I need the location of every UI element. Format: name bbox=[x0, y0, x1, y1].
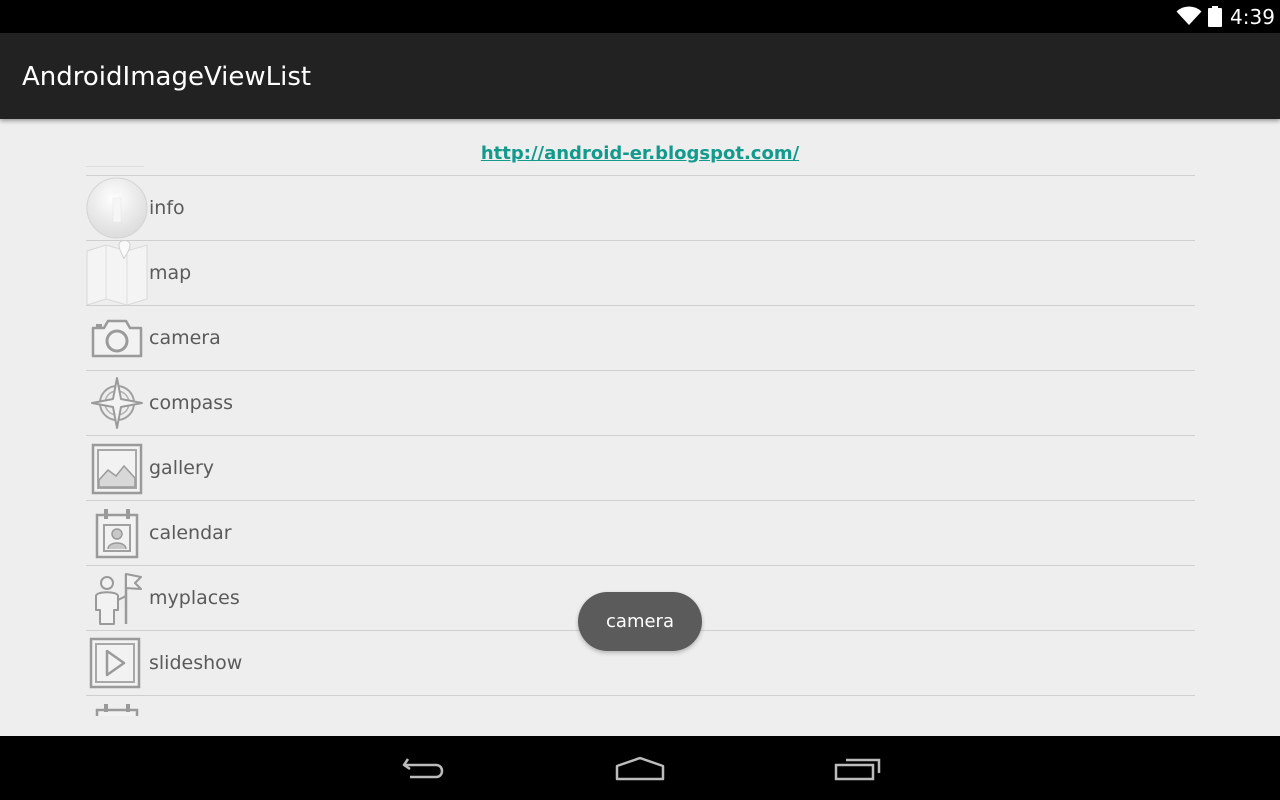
list-item-label: camera bbox=[149, 327, 221, 349]
list-item[interactable]: calendar bbox=[86, 500, 1195, 565]
blog-link[interactable]: http://android-er.blogspot.com/ bbox=[0, 143, 1280, 164]
navigation-bar bbox=[0, 736, 1280, 800]
calendar-icon bbox=[95, 704, 139, 716]
recents-icon[interactable] bbox=[828, 750, 888, 786]
back-icon[interactable] bbox=[396, 750, 456, 786]
toast-message: camera bbox=[578, 592, 702, 651]
slideshow-icon bbox=[89, 637, 141, 689]
list-item[interactable]: map bbox=[86, 240, 1195, 305]
list-item-label: slideshow bbox=[149, 652, 243, 674]
list-item[interactable]: compass bbox=[86, 370, 1195, 435]
action-bar: AndroidImageViewList bbox=[0, 33, 1280, 119]
camera-icon bbox=[91, 319, 143, 358]
calendar-icon bbox=[95, 509, 139, 559]
list-item[interactable]: gallery bbox=[86, 435, 1195, 500]
status-bar: 4:39 bbox=[0, 0, 1280, 33]
compass-icon bbox=[91, 377, 143, 429]
list-item[interactable]: camera bbox=[86, 305, 1195, 370]
list-item[interactable]: info bbox=[86, 175, 1195, 240]
battery-icon bbox=[1208, 6, 1222, 27]
map-icon bbox=[86, 241, 148, 305]
list-item-label: map bbox=[149, 262, 192, 284]
home-icon[interactable] bbox=[610, 750, 670, 786]
list-item-label: info bbox=[149, 197, 185, 219]
info-icon bbox=[86, 177, 148, 239]
gallery-icon bbox=[91, 443, 143, 495]
list-item-label: compass bbox=[149, 392, 234, 414]
clock: 4:39 bbox=[1230, 5, 1275, 29]
myplaces-icon bbox=[95, 573, 142, 625]
wifi-icon bbox=[1176, 6, 1202, 25]
list-item-partial[interactable] bbox=[86, 695, 1195, 716]
list-item-label: myplaces bbox=[149, 587, 240, 609]
divider bbox=[86, 166, 144, 167]
app-title: AndroidImageViewList bbox=[22, 62, 312, 92]
list-item-label: calendar bbox=[149, 522, 232, 544]
list-item-label: gallery bbox=[149, 457, 215, 479]
